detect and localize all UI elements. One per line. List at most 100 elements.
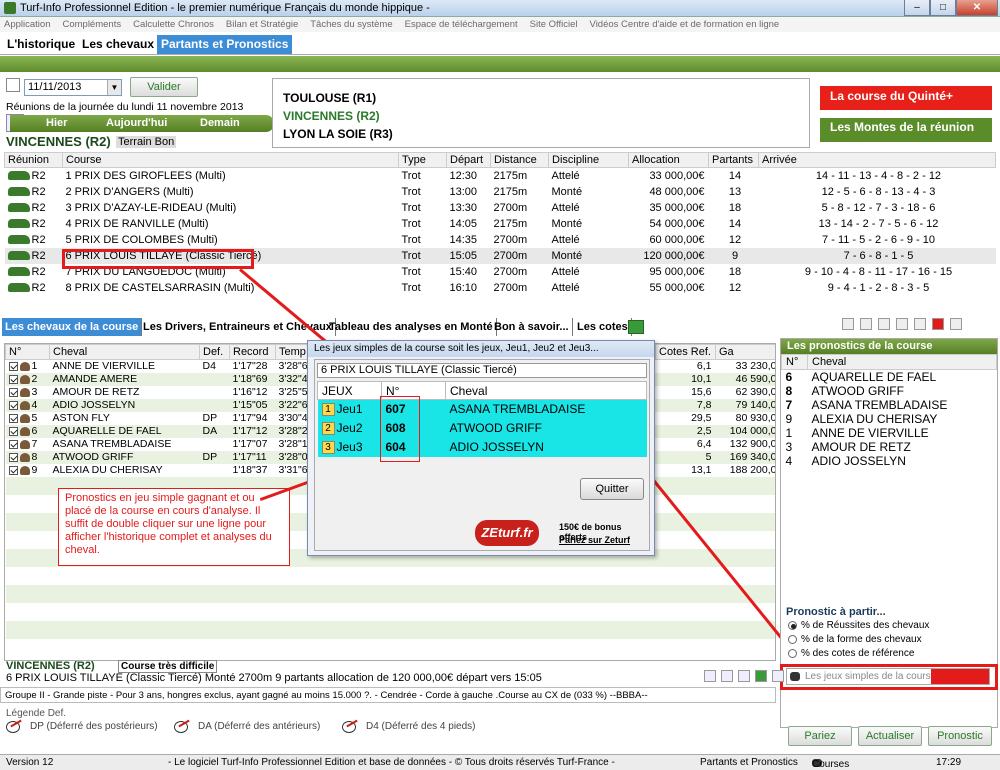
- col-discipline[interactable]: Discipline: [548, 152, 629, 168]
- calendar-icon[interactable]: [6, 78, 20, 92]
- col-record[interactable]: Record: [229, 344, 276, 360]
- radio-dot[interactable]: [788, 621, 797, 630]
- col-gains[interactable]: Ga: [715, 344, 775, 360]
- tab-cotes[interactable]: Les cotes: [574, 318, 632, 336]
- montes-button[interactable]: Les Montes de la réunion: [820, 118, 992, 142]
- col-partants[interactable]: Partants: [708, 152, 759, 168]
- menu-taches[interactable]: Tâches du système: [310, 19, 392, 30]
- prono-row[interactable]: 4 ADIO JOSSELYN: [782, 454, 997, 468]
- prono-row[interactable]: 7 ASANA TREMBLADAISE: [782, 398, 997, 412]
- close-button[interactable]: ✕: [956, 0, 998, 16]
- pariez-zeturf-link[interactable]: Pariez sur Zeturf: [559, 535, 630, 545]
- print-icon[interactable]: [772, 670, 784, 682]
- minimize-button[interactable]: –: [904, 0, 930, 16]
- menu-bilan[interactable]: Bilan et Stratégie: [226, 19, 298, 30]
- race-row[interactable]: R2 1 PRIX DES GIROFLEES (Multi) Trot 12:30 2…: [5, 168, 996, 184]
- venue-item[interactable]: LYON LA SOIE (R3): [283, 127, 393, 141]
- excel-icon[interactable]: [755, 670, 767, 682]
- menu-calculette[interactable]: Calculette Chronos: [133, 19, 214, 30]
- horse-checkbox[interactable]: [8, 400, 18, 410]
- col-allocation[interactable]: Allocation: [628, 152, 709, 168]
- valider-button[interactable]: Valider: [130, 77, 198, 97]
- pronostic-button[interactable]: Pronostic: [928, 726, 992, 746]
- menu-videos[interactable]: Vidéos Centre d'aide et de formation en …: [590, 19, 780, 30]
- col-type[interactable]: Type: [398, 152, 447, 168]
- quitter-button[interactable]: Quitter: [580, 478, 644, 500]
- prono-row[interactable]: 3 AMOUR DE RETZ: [782, 440, 997, 454]
- horse-checkbox[interactable]: [8, 361, 18, 371]
- alarm-icon[interactable]: [914, 318, 926, 330]
- menu-application[interactable]: Application: [4, 19, 50, 30]
- col-reunion[interactable]: Réunion: [4, 152, 63, 168]
- copy-icon[interactable]: [878, 318, 890, 330]
- radio-forme[interactable]: % de la forme des chevaux: [788, 634, 922, 645]
- tab-historique[interactable]: L'historique: [3, 35, 79, 54]
- radio-cotes[interactable]: % des cotes de référence: [788, 648, 914, 659]
- menu-telechargement[interactable]: Espace de téléchargement: [405, 19, 518, 30]
- race-row[interactable]: R2 2 PRIX D'ANGERS (Multi) Trot 13:00 2175m M…: [5, 184, 996, 200]
- col-cheval[interactable]: Cheval: [807, 354, 997, 370]
- bell-icon[interactable]: [896, 318, 908, 330]
- col-depart[interactable]: Départ: [446, 152, 491, 168]
- pronostics-table: N° Cheval 6 AQUARELLE DE FAEL 8 ATWOOD GRI…: [781, 354, 997, 468]
- empty-row: [6, 639, 776, 657]
- col-def[interactable]: Def.: [199, 344, 230, 360]
- chevron-down-icon[interactable]: ▼: [107, 80, 121, 95]
- horse-checkbox[interactable]: [8, 439, 18, 449]
- col-distance[interactable]: Distance: [490, 152, 549, 168]
- radio-reussites[interactable]: % de Réussites des chevaux: [788, 620, 929, 631]
- col-num[interactable]: N°: [781, 354, 808, 370]
- venue-item[interactable]: TOULOUSE (R1): [283, 91, 376, 105]
- demain-button[interactable]: Demain: [200, 117, 240, 129]
- jeux-simples-button[interactable]: Les jeux simples de la course: [786, 668, 990, 685]
- notes-icon[interactable]: [738, 670, 750, 682]
- horse-checkbox[interactable]: [8, 374, 18, 384]
- race-row[interactable]: R2 5 PRIX DE COLOMBES (Multi) Trot 14:35 270…: [5, 232, 996, 248]
- pariez-button[interactable]: Pariez: [788, 726, 852, 746]
- jeux-row[interactable]: 3 Jeu3 604 ADIO JOSSELYN: [317, 437, 647, 457]
- list-icon[interactable]: [704, 670, 716, 682]
- aujourdhui-button[interactable]: Aujourd'hui: [106, 117, 167, 129]
- col-course[interactable]: Course: [62, 152, 399, 168]
- col-num[interactable]: N°: [5, 344, 50, 360]
- tab-partants[interactable]: Partants et Pronostics: [157, 35, 293, 54]
- z-logo-icon[interactable]: [932, 318, 944, 330]
- horse-checkbox[interactable]: [8, 413, 18, 423]
- radio-dot[interactable]: [788, 635, 797, 644]
- race-row[interactable]: R2 4 PRIX DE RANVILLE (Multi) Trot 14:05 217…: [5, 216, 996, 232]
- actualiser-button[interactable]: Actualiser: [858, 726, 922, 746]
- col-arrivee[interactable]: Arrivée: [758, 152, 996, 168]
- info-icon[interactable]: [842, 318, 854, 330]
- horse-checkbox[interactable]: [8, 426, 18, 436]
- menu-site[interactable]: Site Officiel: [530, 19, 578, 30]
- date-picker[interactable]: 11/11/2013 ▼: [24, 79, 122, 96]
- tab-chevaux[interactable]: Les chevaux: [78, 35, 158, 54]
- menu-complements[interactable]: Compléments: [62, 19, 121, 30]
- maximize-button[interactable]: □: [930, 0, 956, 16]
- col-cheval[interactable]: Cheval: [49, 344, 200, 360]
- jeux-row[interactable]: 1 Jeu1 607 ASANA TREMBLADAISE: [317, 399, 647, 419]
- grid-icon[interactable]: [628, 320, 644, 334]
- horse-checkbox[interactable]: [8, 452, 18, 462]
- race-row[interactable]: R2 3 PRIX D'AZAY-LE-RIDEAU (Multi) Trot 13:…: [5, 200, 996, 216]
- zeturf-logo[interactable]: ZEturf.fr: [475, 520, 539, 546]
- prono-row[interactable]: 9 ALEXIA DU CHERISAY: [782, 412, 997, 426]
- horse-checkbox[interactable]: [8, 465, 18, 475]
- prono-row[interactable]: 1 ANNE DE VIERVILLE: [782, 426, 997, 440]
- edit-icon[interactable]: [721, 670, 733, 682]
- tab-chevaux-course[interactable]: Les chevaux de la course: [2, 318, 143, 336]
- hier-button[interactable]: Hier: [46, 117, 67, 129]
- tab-bon-a-savoir[interactable]: Bon à savoir...: [491, 318, 573, 336]
- venue-item-selected[interactable]: VINCENNES (R2): [283, 109, 380, 123]
- jeux-row[interactable]: 2 Jeu2 608 ATWOOD GRIFF: [317, 418, 647, 438]
- folder-icon[interactable]: [860, 318, 872, 330]
- quinte-button[interactable]: La course du Quinté+: [820, 86, 992, 110]
- help-icon[interactable]: [950, 318, 962, 330]
- prono-row[interactable]: 8 ATWOOD GRIFF: [782, 384, 997, 398]
- tab-analyses[interactable]: Tableau des analyses en Monté: [326, 318, 497, 336]
- radio-dot[interactable]: [788, 649, 797, 658]
- col-cotes[interactable]: Cotes Ref.: [655, 344, 716, 360]
- horse-checkbox[interactable]: [8, 387, 18, 397]
- prono-row[interactable]: 6 AQUARELLE DE FAEL: [782, 370, 997, 384]
- race-row[interactable]: R2 8 PRIX DE CASTELSARRASIN (Multi) Trot 16…: [5, 280, 996, 296]
